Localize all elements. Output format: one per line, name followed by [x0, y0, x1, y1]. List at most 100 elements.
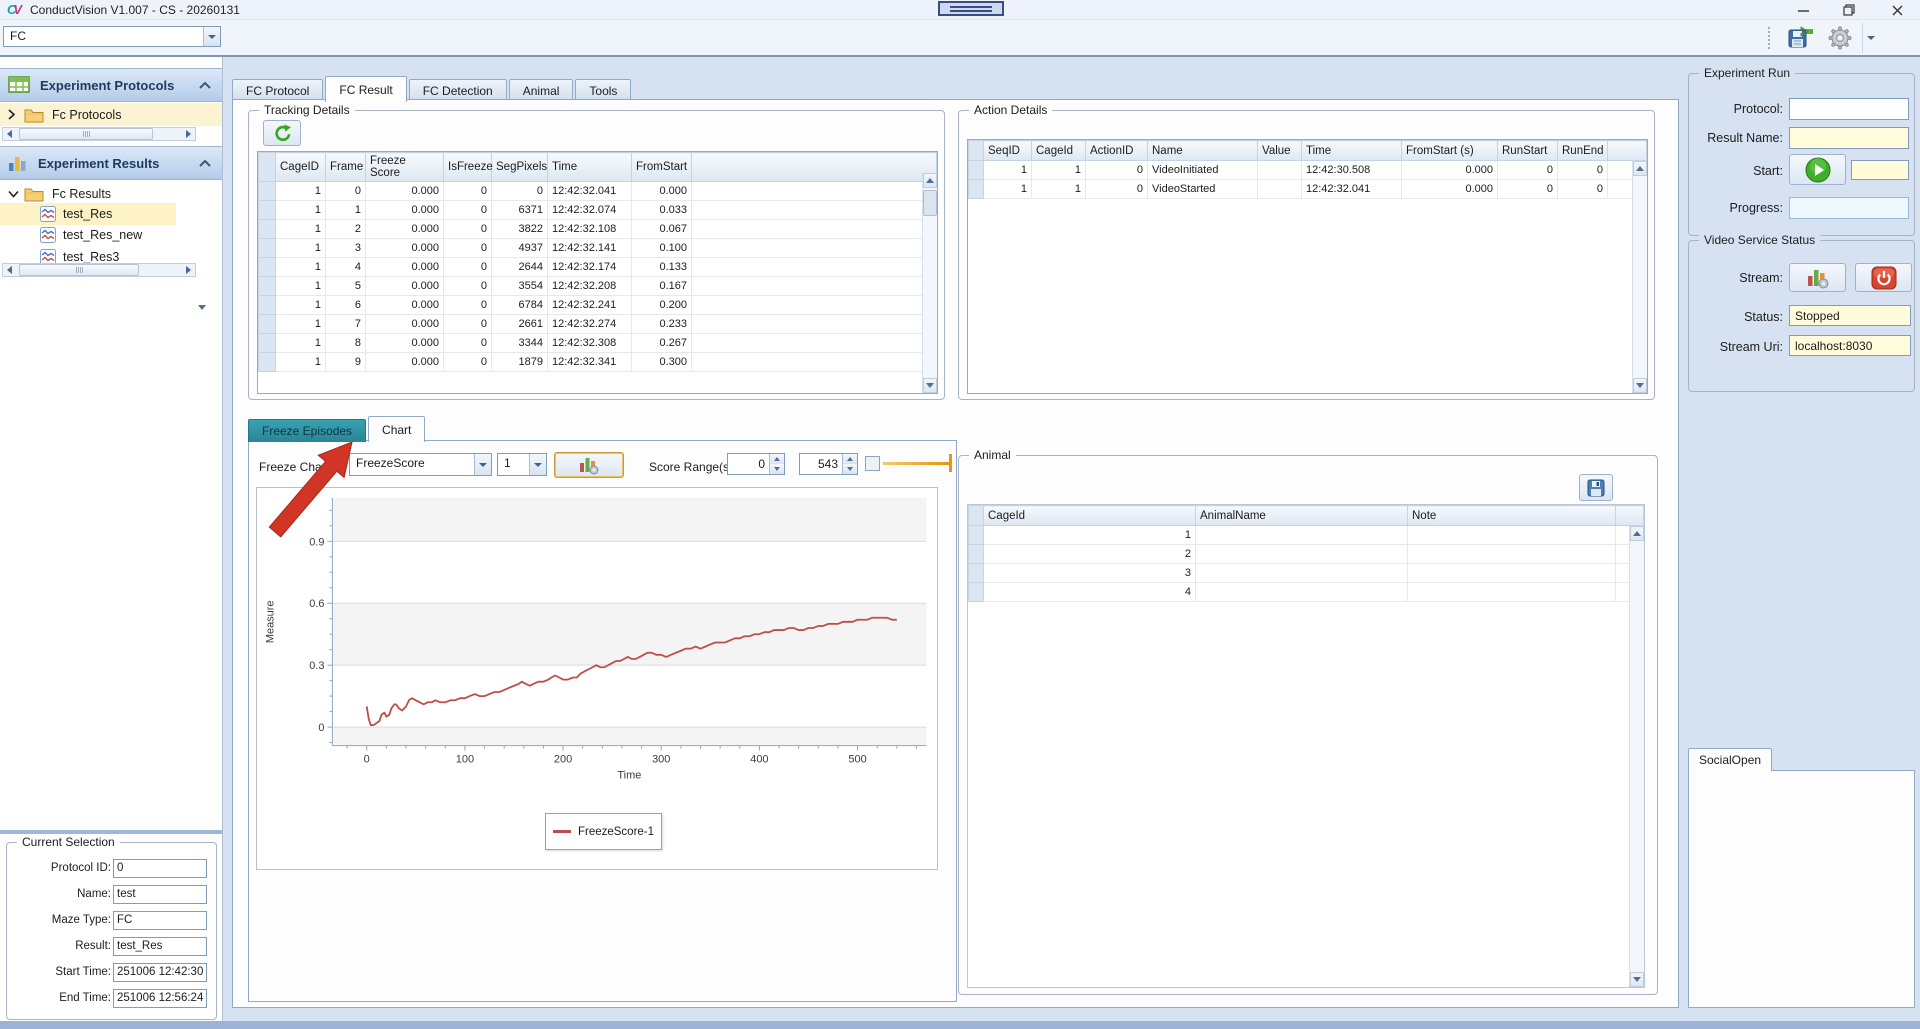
end-time-field[interactable]: 251006 12:56:24 — [113, 989, 207, 1008]
table-cell[interactable]: 0 — [444, 353, 492, 372]
series-select[interactable]: FreezeScore — [349, 453, 492, 476]
tree-item-test-res-new[interactable]: test_Res_new — [0, 225, 222, 247]
table-row[interactable]: 180.0000334412:42:32.3080.267 — [259, 334, 937, 353]
table-cell[interactable]: 2661 — [492, 315, 548, 334]
table-cell[interactable]: 0 — [444, 315, 492, 334]
scroll-left-button[interactable] — [3, 128, 16, 140]
table-cell[interactable]: 0.000 — [366, 201, 444, 220]
table-cell[interactable]: 3 — [984, 564, 1196, 583]
table-cell[interactable]: 1879 — [492, 353, 548, 372]
table-row[interactable]: 120.0000382212:42:32.1080.067 — [259, 220, 937, 239]
table-cell[interactable]: 9 — [326, 353, 366, 372]
table-cell[interactable]: 0.000 — [366, 334, 444, 353]
start-time-field[interactable] — [1851, 160, 1909, 180]
row-header-cell[interactable] — [259, 315, 276, 334]
table-cell[interactable]: 1 — [276, 315, 326, 334]
table-cell[interactable]: 8 — [326, 334, 366, 353]
table-cell[interactable] — [1408, 545, 1616, 564]
vertical-scrollbar[interactable] — [922, 173, 937, 393]
table-cell[interactable]: 0 — [492, 182, 548, 201]
row-header-cell[interactable] — [969, 545, 984, 564]
table-cell[interactable]: 1 — [276, 201, 326, 220]
table-row[interactable]: 100.0000012:42:32.0410.000 — [259, 182, 937, 201]
table-cell[interactable]: 1 — [276, 220, 326, 239]
table-cell[interactable]: 12:42:32.341 — [548, 353, 632, 372]
table-cell[interactable]: 0.067 — [632, 220, 692, 239]
refresh-button[interactable] — [263, 120, 301, 146]
table-cell[interactable]: 0 — [444, 334, 492, 353]
close-button[interactable] — [1880, 0, 1914, 20]
table-cell[interactable]: 0 — [444, 258, 492, 277]
table-cell[interactable]: 12:42:32.108 — [548, 220, 632, 239]
row-header-cell[interactable] — [969, 526, 984, 545]
table-cell[interactable]: 0.267 — [632, 334, 692, 353]
column-header-animalname[interactable]: AnimalName — [1196, 506, 1408, 526]
row-header-cell[interactable] — [259, 296, 276, 315]
protocol-id-field[interactable]: 0 — [113, 859, 207, 878]
table-cell[interactable]: 0 — [1498, 161, 1558, 180]
name-field[interactable]: test — [113, 885, 207, 904]
table-cell[interactable]: 0.000 — [1402, 180, 1498, 199]
scroll-down-button[interactable] — [923, 378, 937, 393]
row-header-cell[interactable] — [259, 239, 276, 258]
table-cell[interactable]: VideoStarted — [1148, 180, 1258, 199]
table-cell[interactable]: 1 — [984, 526, 1196, 545]
row-header-cell[interactable] — [259, 277, 276, 296]
chevron-up-icon[interactable] — [198, 81, 212, 89]
table-cell[interactable]: 0 — [444, 277, 492, 296]
column-header-value[interactable]: Value — [1258, 141, 1302, 161]
column-header-cageid[interactable]: CageId — [1032, 141, 1086, 161]
table-cell[interactable]: 12:42:32.308 — [548, 334, 632, 353]
column-header-fromstart[interactable]: FromStart — [632, 153, 692, 182]
table-cell[interactable]: 0 — [444, 182, 492, 201]
start-time-field[interactable]: 251006 12:42:30 — [113, 963, 207, 982]
table-cell[interactable]: 1 — [276, 277, 326, 296]
drag-handle[interactable] — [938, 1, 1004, 16]
horizontal-scrollbar[interactable] — [2, 263, 196, 277]
table-cell[interactable]: 4937 — [492, 239, 548, 258]
column-header-fromstart-s[interactable]: FromStart (s) — [1402, 141, 1498, 161]
table-cell[interactable]: 3822 — [492, 220, 548, 239]
stream-chart-button[interactable] — [1789, 263, 1846, 292]
table-cell[interactable] — [1196, 564, 1408, 583]
table-cell[interactable]: 12:42:32.174 — [548, 258, 632, 277]
table-cell[interactable]: VideoInitiated — [1148, 161, 1258, 180]
tab-fc-result[interactable]: FC Result — [325, 76, 406, 102]
table-cell[interactable]: 4 — [984, 583, 1196, 602]
table-cell[interactable]: 6371 — [492, 201, 548, 220]
scrollbar-thumb[interactable] — [923, 190, 937, 216]
table-cell[interactable] — [1408, 564, 1616, 583]
tab-freeze-episodes[interactable]: Freeze Episodes — [248, 419, 366, 442]
table-cell[interactable]: 1 — [984, 161, 1032, 180]
spinner[interactable] — [842, 454, 857, 474]
toolbar-overflow-button[interactable] — [1862, 23, 1878, 53]
table-cell[interactable]: 0.000 — [1402, 161, 1498, 180]
column-header-cageid[interactable]: CageID — [276, 153, 326, 182]
scroll-right-button[interactable] — [182, 264, 195, 276]
column-header-time[interactable]: Time — [1302, 141, 1402, 161]
table-row[interactable]: 110.0000637112:42:32.0740.033 — [259, 201, 937, 220]
tree-scroll-down-button[interactable] — [198, 305, 206, 310]
result-field[interactable]: test_Res — [113, 937, 207, 956]
column-header-segpixels[interactable]: SegPixels — [492, 153, 548, 182]
table-cell[interactable]: 0.233 — [632, 315, 692, 334]
dropdown-button[interactable] — [529, 454, 546, 475]
table-cell[interactable]: 1 — [326, 201, 366, 220]
table-cell[interactable]: 2 — [326, 220, 366, 239]
row-header-cell[interactable] — [969, 161, 984, 180]
row-header-cell[interactable] — [259, 220, 276, 239]
table-cell[interactable]: 1 — [1032, 161, 1086, 180]
table-row[interactable]: 2 — [969, 545, 1644, 564]
start-button[interactable] — [1789, 154, 1846, 185]
row-header-cell[interactable] — [259, 258, 276, 277]
vertical-scrollbar[interactable] — [1629, 526, 1644, 987]
chart-legend[interactable]: FreezeScore-1 — [545, 813, 662, 850]
scroll-right-button[interactable] — [182, 128, 195, 140]
table-cell[interactable]: 0.000 — [366, 315, 444, 334]
row-header-cell[interactable] — [259, 353, 276, 372]
column-header-frame[interactable]: Frame — [326, 153, 366, 182]
spinner[interactable] — [769, 454, 784, 474]
column-header-time[interactable]: Time — [548, 153, 632, 182]
column-header-isfreeze[interactable]: IsFreeze — [444, 153, 492, 182]
chevron-up-icon[interactable] — [198, 159, 212, 167]
